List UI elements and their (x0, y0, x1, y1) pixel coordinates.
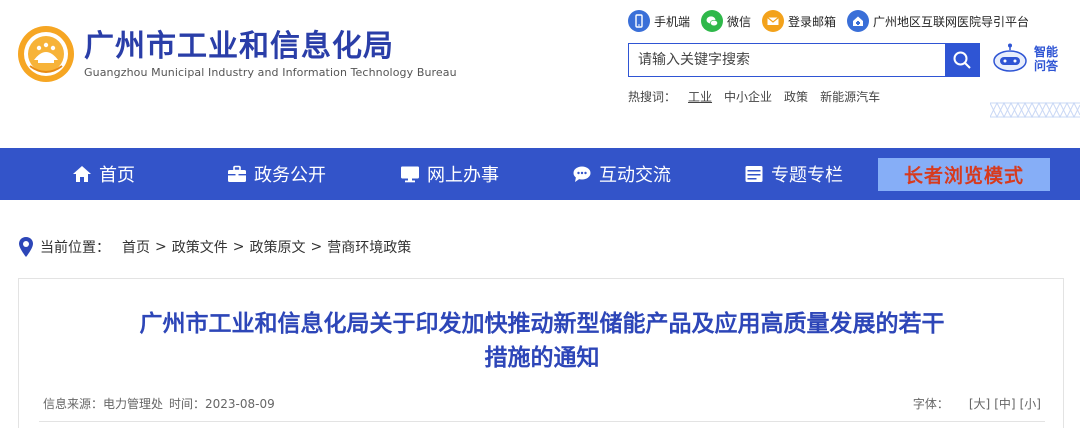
search-input[interactable] (629, 44, 945, 76)
site-header: 广州市工业和信息化局 Guangzhou Municipal Industry … (0, 0, 1080, 148)
search-box (628, 43, 980, 77)
main-nav: 首页 政务公开 网上办事 互动交流 专题专栏 长者浏览模式 (0, 148, 1080, 200)
article-card: 广州市工业和信息化局关于印发加快推动新型储能产品及应用高质量发展的若干 措施的通… (18, 278, 1064, 428)
mobile-icon (628, 10, 650, 32)
mobile-link-label: 手机端 (654, 14, 691, 29)
breadcrumb-item-policy-docs[interactable]: 政策文件 (172, 237, 228, 257)
article-time: 时间：2023-08-09 (169, 397, 275, 411)
article-source: 信息来源：电力管理处 (43, 397, 164, 411)
nav-item-online-service[interactable]: 网上办事 (400, 148, 499, 200)
nav-item-label: 专题专栏 (771, 165, 843, 186)
search-button[interactable] (945, 44, 979, 76)
nav-item-gov-affairs[interactable]: 政务公开 (227, 148, 326, 200)
monitor-icon (401, 166, 419, 183)
breadcrumb-item-business-env[interactable]: 营商环境政策 (327, 237, 411, 257)
divider (39, 421, 1045, 422)
article-meta: 信息来源：电力管理处 时间：2023-08-09 (43, 395, 281, 412)
ai-assistant-button[interactable]: 智能问答 (990, 43, 1060, 75)
home-icon (73, 166, 91, 182)
hospital-icon (847, 10, 870, 32)
mail-link[interactable]: 登录邮箱 (762, 10, 836, 32)
logo-emblem-icon (18, 26, 74, 82)
nav-item-label: 网上办事 (427, 165, 499, 186)
nav-item-label: 互动交流 (599, 165, 671, 186)
site-name-english: Guangzhou Municipal Industry and Informa… (84, 65, 457, 79)
nav-item-label: 政务公开 (254, 165, 326, 186)
top-links: 手机端 微信 登录邮箱 广州地区互联网医院导引平台 (628, 10, 1040, 32)
wechat-icon (701, 10, 724, 32)
ai-assistant-label: 智能问答 (1034, 45, 1059, 73)
breadcrumb: 当前位置： 首页 > 政策文件 > 政策原文 > 营商环境政策 (18, 236, 411, 258)
site-name: 广州市工业和信息化局 (84, 28, 394, 64)
breadcrumb-item-policy-original[interactable]: 政策原文 (249, 237, 305, 257)
robot-icon (993, 43, 1027, 72)
font-size-medium-button[interactable]: [中] (994, 395, 1015, 412)
font-size-small-button[interactable]: [小] (1020, 395, 1041, 412)
article-title: 广州市工业和信息化局关于印发加快推动新型储能产品及应用高质量发展的若干 措施的通… (39, 307, 1045, 375)
nav-item-home[interactable]: 首页 (72, 148, 135, 200)
wechat-link[interactable]: 微信 (701, 10, 751, 32)
breadcrumb-separator: > (155, 239, 167, 255)
hot-keyword[interactable]: 新能源汽车 (820, 88, 880, 105)
breadcrumb-item-home[interactable]: 首页 (122, 237, 150, 257)
article-title-line2: 措施的通知 (484, 345, 600, 371)
hot-keyword[interactable]: 中小企业 (724, 88, 772, 105)
breadcrumb-separator: > (232, 239, 245, 255)
mail-icon (762, 10, 785, 32)
site-logo[interactable]: 广州市工业和信息化局 Guangzhou Municipal Industry … (16, 24, 457, 84)
hot-keyword[interactable]: 工业 (688, 88, 712, 105)
font-size-label: 字体： (912, 397, 949, 411)
nav-item-label: 首页 (99, 165, 135, 186)
hot-search: 热搜词： 工业 中小企业 政策 新能源汽车 (628, 88, 892, 105)
breadcrumb-label: 当前位置： (40, 240, 110, 256)
decorative-lattice (990, 101, 1080, 119)
nav-item-interaction[interactable]: 互动交流 (572, 148, 671, 200)
font-size-large-button[interactable]: [大] (969, 395, 990, 412)
search-icon (953, 51, 971, 69)
article-title-line1: 广州市工业和信息化局关于印发加快推动新型储能产品及应用高质量发展的若干 (139, 311, 945, 337)
wechat-link-label: 微信 (727, 14, 752, 29)
mail-link-label: 登录邮箱 (788, 14, 837, 29)
hot-keyword[interactable]: 政策 (784, 88, 808, 105)
font-size-controls: 字体： [大] [中] [小] (913, 395, 1041, 412)
window-icon (745, 166, 763, 182)
elder-mode-button[interactable]: 长者浏览模式 (878, 158, 1050, 191)
mobile-link[interactable]: 手机端 (628, 10, 690, 32)
chat-icon (573, 166, 591, 182)
breadcrumb-separator: > (310, 239, 323, 255)
hot-search-label: 热搜词： (628, 90, 677, 104)
nav-item-special-topics[interactable]: 专题专栏 (744, 148, 843, 200)
location-pin-icon (19, 237, 33, 257)
hospital-link-label: 广州地区互联网医院导引平台 (873, 14, 1030, 29)
hospital-link[interactable]: 广州地区互联网医院导引平台 (847, 10, 1029, 32)
briefcase-icon (228, 165, 246, 182)
